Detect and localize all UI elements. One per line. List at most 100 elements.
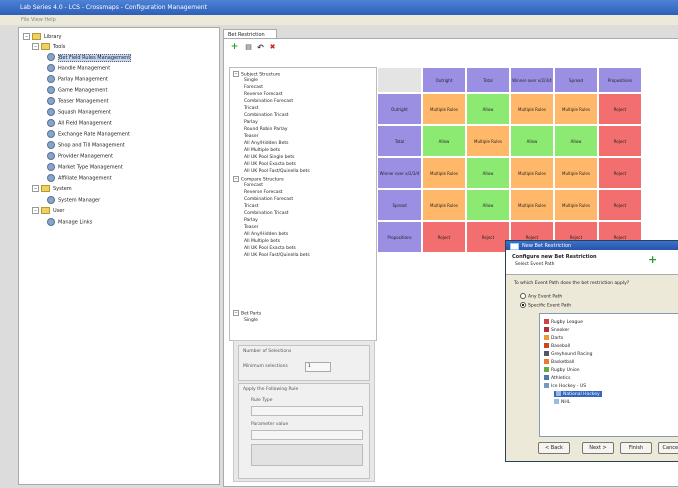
list-item[interactable]: Parlay (244, 218, 258, 223)
list-item[interactable]: Parlay (244, 120, 258, 125)
delete-button[interactable]: ✖ (268, 43, 277, 52)
list-group-compare[interactable]: − Compare Structure (233, 176, 284, 183)
list-item[interactable]: Forecast (244, 85, 263, 90)
tree-group-user[interactable]: − User (32, 207, 64, 214)
sidebar-item-squash[interactable]: Squash Management (47, 108, 111, 116)
finish-button[interactable]: Finish (620, 442, 652, 454)
matrix-cell[interactable]: Reject (598, 157, 642, 189)
sidebar-item-teaser[interactable]: Teaser Management (47, 97, 109, 105)
tree-item[interactable]: Ice Hockey - US (544, 383, 586, 389)
menu-items[interactable]: File View Help (21, 17, 56, 23)
matrix-row-header[interactable]: Total (377, 125, 422, 157)
list-item[interactable]: All Any/Hidden bets (244, 232, 288, 237)
list-item[interactable]: Single (244, 318, 258, 323)
list-item[interactable]: Teaser (244, 225, 258, 230)
tree-item[interactable]: Athletics (544, 375, 570, 381)
list-item[interactable]: Reverse Forecast (244, 190, 283, 195)
event-path-tree[interactable]: Rugby League Snooker Darts Baseball Grey… (539, 313, 678, 437)
list-item[interactable]: All UK Pool Fast/Quinella bets (244, 253, 310, 258)
collapse-icon[interactable]: − (32, 185, 39, 192)
matrix-cell[interactable]: Reject (598, 125, 642, 157)
option-any-event-path[interactable]: Any Event Path (520, 293, 562, 300)
min-selections-input[interactable]: 1 (305, 362, 331, 372)
cancel-button[interactable]: Cancel (658, 442, 678, 454)
tree-item[interactable]: Rugby League (544, 319, 583, 325)
matrix-cell[interactable]: Allow (466, 189, 510, 221)
matrix-cell[interactable]: Allow (466, 93, 510, 125)
collapse-icon[interactable]: − (233, 310, 239, 316)
matrix-cell[interactable]: Multiple Rules (510, 189, 554, 221)
matrix-cell[interactable]: Multiple Rules (422, 157, 466, 189)
list-item[interactable]: Combination Tricast (244, 211, 289, 216)
matrix-cell[interactable]: Multiple Rules (510, 93, 554, 125)
list-item[interactable]: All Multiple bets (244, 239, 280, 244)
option-specific-event-path[interactable]: Specific Event Path (520, 302, 571, 309)
matrix-corner[interactable] (377, 67, 422, 93)
matrix-cell[interactable]: Multiple Rules (422, 93, 466, 125)
sidebar-item-market-type[interactable]: Market Type Management (47, 163, 123, 171)
tree-item[interactable]: Baseball (544, 343, 570, 349)
sidebar-item-handle[interactable]: Handle Management (47, 64, 110, 72)
tree-item[interactable]: Darts (544, 335, 563, 341)
matrix-row-header[interactable]: Winner over x/2/3/4 (377, 157, 422, 189)
list-item[interactable]: All UK Pool Fast/Quinella bets (244, 169, 310, 174)
list-item[interactable]: Reverse Forecast (244, 92, 283, 97)
matrix-row-header[interactable]: Spread (377, 189, 422, 221)
list-item[interactable]: Tricast (244, 204, 259, 209)
parameter-list[interactable] (251, 444, 363, 466)
matrix-cell[interactable]: Allow (466, 157, 510, 189)
matrix-cell[interactable]: Allow (422, 125, 466, 157)
list-item[interactable]: Round Robin Parlay (244, 127, 288, 132)
tree-group-system[interactable]: − System (32, 185, 72, 192)
matrix-cell[interactable]: Multiple Rules (554, 93, 598, 125)
tree-item[interactable]: Rugby Union (544, 367, 580, 373)
matrix-column-header[interactable]: Winner over x/2/3/4 (510, 67, 554, 93)
parameter-input[interactable] (251, 430, 363, 440)
matrix-cell[interactable]: Reject (466, 221, 510, 253)
list-group-bet-parts[interactable]: − Bet Parts (233, 310, 261, 317)
undo-button[interactable]: ↶ (256, 43, 265, 52)
matrix-cell[interactable]: Allow (554, 125, 598, 157)
list-item[interactable]: All UK Pool Exacta bets (244, 162, 296, 167)
sidebar-item-game[interactable]: Game Management (47, 86, 107, 94)
list-item[interactable]: Forecast (244, 183, 263, 188)
list-item[interactable]: Combination Forecast (244, 197, 293, 202)
save-button[interactable]: ▤ (244, 43, 253, 52)
sidebar-item-exchange-rate[interactable]: Exchange Rate Management (47, 130, 130, 138)
matrix-column-header[interactable]: Spread (554, 67, 598, 93)
menu-bar[interactable]: File View Help (0, 15, 678, 25)
list-item[interactable]: Teaser (244, 134, 258, 139)
list-item[interactable]: Combination Forecast (244, 99, 293, 104)
list-item[interactable]: All UK Pool Exacta bets (244, 246, 296, 251)
sidebar-item-bet-field-rules[interactable]: Bet Field Rules Management (47, 53, 132, 62)
sidebar-item-shop-till[interactable]: Shop and Till Management (47, 141, 125, 149)
sidebar-item-all-field[interactable]: All Field Management (47, 119, 112, 127)
list-group-subject[interactable]: − Subject Structure (233, 71, 280, 78)
matrix-column-header[interactable]: Total (466, 67, 510, 93)
add-button[interactable]: + (230, 43, 239, 52)
list-item[interactable]: Single (244, 78, 258, 83)
rule-type-select[interactable] (251, 406, 363, 416)
matrix-cell[interactable]: Reject (598, 189, 642, 221)
tree-item-selected[interactable]: National Hockey (554, 391, 602, 397)
collapse-icon[interactable]: − (32, 43, 39, 50)
sidebar-item-parlay[interactable]: Parlay Management (47, 75, 108, 83)
radio-icon[interactable] (520, 293, 526, 299)
tree-item[interactable]: NHL (554, 399, 570, 405)
sidebar-item-affiliate[interactable]: Affiliate Management (47, 174, 112, 182)
collapse-icon[interactable]: − (32, 207, 39, 214)
matrix-cell[interactable]: Reject (598, 93, 642, 125)
list-item[interactable]: All Any/Hidden Bets (244, 141, 288, 146)
sidebar-item-provider[interactable]: Provider Management (47, 152, 113, 160)
list-item[interactable]: All UK Pool Single bets (244, 155, 294, 160)
sidebar-item-system-manager[interactable]: System Manager (47, 196, 100, 204)
matrix-cell[interactable]: Multiple Rules (466, 125, 510, 157)
collapse-icon[interactable]: − (233, 71, 239, 77)
tree-group-tools[interactable]: − Tools (32, 43, 65, 50)
back-button[interactable]: < Back (538, 442, 570, 454)
matrix-cell[interactable]: Multiple Rules (422, 189, 466, 221)
list-item[interactable]: Tricast (244, 106, 259, 111)
sidebar-item-manage-links[interactable]: Manage Links (47, 218, 92, 226)
next-button[interactable]: Next > (582, 442, 614, 454)
matrix-row-header[interactable]: Outright (377, 93, 422, 125)
